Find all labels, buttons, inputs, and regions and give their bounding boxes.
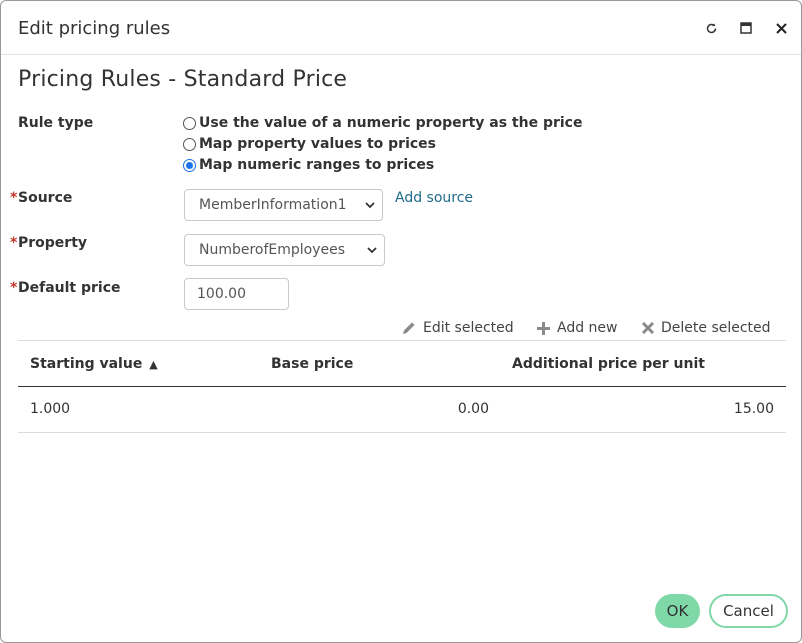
radio-label: Map property values to prices <box>199 136 437 152</box>
table-header: Starting value ▲ Base price Additional p… <box>18 340 786 387</box>
pencil-icon <box>403 322 415 334</box>
rule-type-option-numeric-property[interactable]: Use the value of a numeric property as t… <box>183 115 582 131</box>
delete-selected-button[interactable]: Delete selected <box>641 320 771 336</box>
delete-x-icon <box>641 321 655 335</box>
property-select[interactable]: NumberofEmployees <box>184 234 385 266</box>
edit-selected-button[interactable]: Edit selected <box>401 320 514 336</box>
cell-base-price: 0.00 <box>457 401 489 417</box>
column-header-starting-value[interactable]: Starting value ▲ <box>30 356 158 372</box>
chevron-down-icon <box>366 244 378 260</box>
column-header-additional-price[interactable]: Additional price per unit <box>512 356 705 372</box>
plus-icon <box>537 321 550 335</box>
radio-button[interactable] <box>183 116 196 130</box>
default-price-input[interactable]: 100.00 <box>184 278 289 310</box>
property-label: * Property <box>10 235 88 251</box>
required-marker: * <box>10 280 18 296</box>
radio-button[interactable] <box>183 137 196 151</box>
column-header-base-price[interactable]: Base price <box>271 356 353 372</box>
sort-ascending-icon: ▲ <box>149 358 158 371</box>
close-icon[interactable] <box>772 19 790 37</box>
cancel-button[interactable]: Cancel <box>709 594 788 628</box>
source-select[interactable]: MemberInformation1 <box>184 189 383 221</box>
default-price-label: * Default price <box>10 280 121 296</box>
property-select-value: NumberofEmployees <box>199 242 346 258</box>
source-label: * Source <box>10 190 73 206</box>
edit-pricing-rules-dialog: Edit pricing rules Pricing Rules - Stand… <box>0 0 802 643</box>
add-source-link[interactable]: Add source <box>395 190 473 206</box>
cell-additional-price: 15.00 <box>733 401 774 417</box>
required-marker: * <box>10 190 18 206</box>
title-bar: Edit pricing rules <box>1 1 801 55</box>
required-marker: * <box>10 235 18 251</box>
rule-type-option-map-values[interactable]: Map property values to prices <box>183 136 436 152</box>
chevron-down-icon <box>364 199 376 215</box>
refresh-icon[interactable] <box>702 19 720 37</box>
radio-label: Use the value of a numeric property as t… <box>199 115 583 131</box>
ok-button[interactable]: OK <box>655 594 700 628</box>
rule-type-label: Rule type <box>18 115 94 131</box>
radio-button-checked[interactable] <box>183 158 196 172</box>
table-row[interactable]: 1.000 0.00 15.00 <box>18 387 786 433</box>
maximize-icon[interactable] <box>737 19 755 37</box>
page-title: Pricing Rules - Standard Price <box>18 67 348 92</box>
rule-type-option-map-ranges[interactable]: Map numeric ranges to prices <box>183 157 434 173</box>
source-select-value: MemberInformation1 <box>199 197 347 213</box>
cell-starting-value: 1.000 <box>30 401 71 417</box>
add-new-button[interactable]: Add new <box>536 320 618 336</box>
window-title: Edit pricing rules <box>18 18 171 39</box>
radio-label: Map numeric ranges to prices <box>199 157 435 173</box>
